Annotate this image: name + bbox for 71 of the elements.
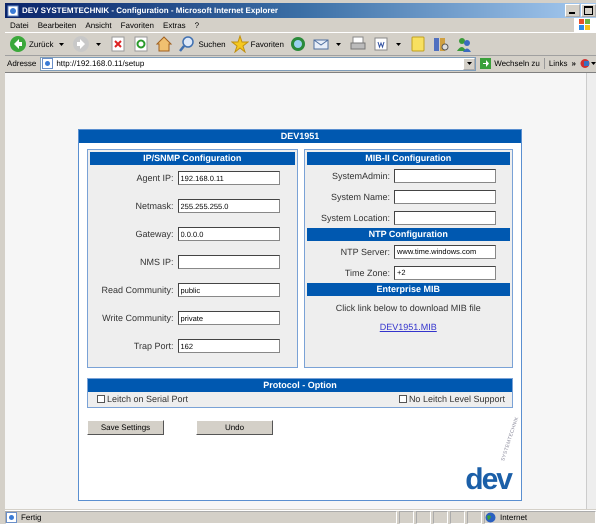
section-header: MIB-II Configuration [306, 152, 510, 165]
minimize-button[interactable] [565, 4, 580, 17]
section-header: Enterprise MIB [306, 283, 510, 296]
maximize-button[interactable] [581, 4, 596, 17]
status-text: Fertig [21, 513, 42, 522]
dropdown-arrow-icon [396, 42, 401, 46]
address-label: Adresse [7, 59, 36, 68]
download-hint: Click link below to download MIB file [334, 303, 482, 313]
section-header: IP/SNMP Configuration [90, 152, 294, 165]
dropdown-arrow-icon [59, 42, 64, 46]
stop-icon [109, 35, 128, 53]
messenger-icon [454, 35, 473, 53]
menu-item[interactable]: ? [194, 20, 200, 30]
links-button[interactable]: Links [548, 59, 568, 68]
home-button[interactable] [154, 34, 174, 54]
option-checkbox[interactable]: No Leitch Level Support [398, 394, 505, 404]
address-dropdown-button[interactable] [463, 58, 476, 70]
window-title: DEV SYSTEMTECHNIK - Configuration - Microsoft Internet Explorer [22, 6, 278, 15]
input-field[interactable] [394, 190, 496, 204]
back-icon [9, 35, 27, 53]
field-label: System Location: [320, 212, 390, 222]
go-button[interactable]: Wechseln zu [480, 58, 545, 69]
field-label: Read Community: [101, 285, 174, 295]
note-icon [408, 35, 427, 53]
more-button[interactable]: » [572, 59, 576, 68]
menu-item[interactable]: Datei [10, 20, 29, 30]
mib-file-link[interactable]: DEV1951.MIB [380, 322, 437, 332]
scrollbar[interactable] [586, 73, 596, 509]
field-label: Time Zone: [344, 268, 390, 278]
menu-item[interactable]: Bearbeiten [38, 20, 76, 30]
page-icon [7, 4, 19, 16]
forward-icon [72, 35, 90, 53]
search-icon [178, 35, 196, 53]
menu-item[interactable]: Extras [162, 20, 186, 30]
dropdown-arrow-icon [96, 42, 102, 46]
field-label: Write Community: [102, 313, 174, 323]
zone-indicator: Internet [484, 511, 596, 524]
field-label: Trap Port: [134, 341, 174, 351]
save-button[interactable]: Save Settings [87, 420, 164, 435]
field-label: SystemAdmin: [332, 170, 390, 180]
logo: dev [465, 466, 511, 494]
page-icon [42, 58, 54, 69]
section-header: NTP Configuration [306, 228, 510, 241]
field-label: System Name: [330, 192, 390, 202]
menu-item[interactable]: Ansicht [85, 20, 112, 30]
field-label: Agent IP: [136, 173, 174, 183]
dropdown-arrow-icon [466, 62, 472, 65]
extension-icon[interactable] [580, 58, 596, 69]
input-field[interactable] [394, 210, 496, 224]
maximize-icon [584, 6, 593, 15]
field-label: Gateway: [135, 229, 174, 239]
option-checkbox[interactable]: Leitch on Serial Port [97, 394, 188, 404]
menu-item[interactable]: Favoriten [120, 20, 154, 30]
edit-icon [372, 35, 390, 53]
undo-button[interactable]: Undo [196, 420, 273, 435]
arrow-icon [480, 58, 492, 69]
field-label: NMS IP: [140, 257, 174, 267]
globe-icon [485, 512, 496, 523]
home-icon [155, 35, 174, 53]
dropdown-arrow-icon [336, 42, 341, 46]
back-button[interactable]: Zurück [8, 34, 68, 54]
address-field[interactable]: http://192.168.0.11/setup [40, 56, 476, 70]
section-header: Protocol - Option [88, 379, 512, 392]
field-label: Netmask: [135, 201, 174, 211]
input-field[interactable] [394, 168, 496, 182]
input-field[interactable] [178, 255, 280, 269]
favorites-button[interactable]: Favoriten [230, 34, 285, 54]
panel-header: DEV1951 [79, 130, 521, 143]
favorites-icon [230, 35, 249, 53]
search-button[interactable]: Suchen [177, 34, 227, 54]
field-label: NTP Server: [340, 246, 390, 256]
